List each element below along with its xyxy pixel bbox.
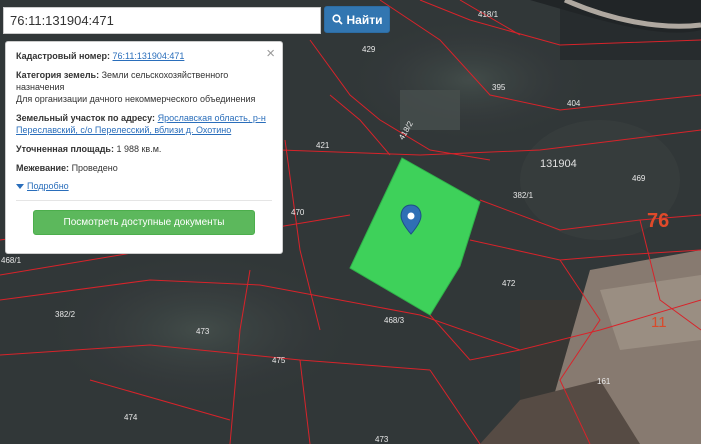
- map-label: 472: [502, 279, 516, 288]
- area-row: Уточненная площадь: 1 988 кв.м.: [16, 143, 272, 155]
- map-label: 382/2: [55, 310, 76, 319]
- map-label: 418/1: [478, 10, 499, 19]
- search-icon: [331, 14, 343, 25]
- parcel-info-panel: × Кадастровый номер: 76:11:131904:471 Ка…: [5, 41, 283, 254]
- map-label: 468/3: [384, 316, 405, 325]
- map-label: 474: [124, 413, 138, 422]
- search-input[interactable]: [4, 8, 320, 33]
- map-label: 131904: [540, 158, 577, 170]
- map-label: 468/1: [1, 256, 22, 265]
- map-label: 473: [196, 327, 210, 336]
- map-label: 421: [316, 141, 330, 150]
- category-label: Категория земель:: [16, 70, 100, 80]
- map-label: 76: [647, 210, 670, 232]
- map-label: 404: [567, 99, 581, 108]
- survey-row: Межевание: Проведено: [16, 162, 272, 174]
- category-use: Для организации дачного некоммерческого …: [16, 94, 256, 104]
- address-label: Земельный участок по адресу:: [16, 113, 156, 123]
- map-label: 475: [272, 356, 286, 365]
- search-button-label: Найти: [346, 12, 383, 27]
- cadastral-label: Кадастровый номер:: [16, 51, 110, 61]
- search-button[interactable]: Найти: [324, 6, 390, 33]
- cadastral-link[interactable]: 76:11:131904:471: [112, 51, 184, 61]
- category-row: Категория земель: Земли сельскохозяйстве…: [16, 69, 272, 105]
- cadastral-row: Кадастровый номер: 76:11:131904:471: [16, 50, 272, 62]
- search-box: [3, 7, 321, 34]
- map-label: 382/1: [513, 191, 534, 200]
- map-label: 161: [597, 377, 611, 386]
- survey-value: Проведено: [71, 163, 118, 173]
- map-label: 470: [291, 208, 305, 217]
- map-label: 429: [362, 45, 376, 54]
- more-link[interactable]: Подробно: [27, 180, 69, 192]
- map-label: 395: [492, 83, 506, 92]
- map-label: 11: [651, 314, 667, 331]
- view-documents-button[interactable]: Посмотреть доступные документы: [33, 210, 255, 235]
- caret-down-icon: [16, 183, 24, 189]
- address-row: Земельный участок по адресу: Ярославская…: [16, 112, 272, 136]
- close-icon[interactable]: ×: [266, 46, 275, 61]
- map-label: 473: [375, 435, 389, 444]
- survey-label: Межевание:: [16, 163, 70, 173]
- more-toggle[interactable]: Подробно: [16, 180, 272, 192]
- divider: [16, 200, 272, 201]
- map-label: 469: [632, 174, 646, 183]
- area-label: Уточненная площадь:: [16, 144, 114, 154]
- area-value: 1 988 кв.м.: [116, 144, 162, 154]
